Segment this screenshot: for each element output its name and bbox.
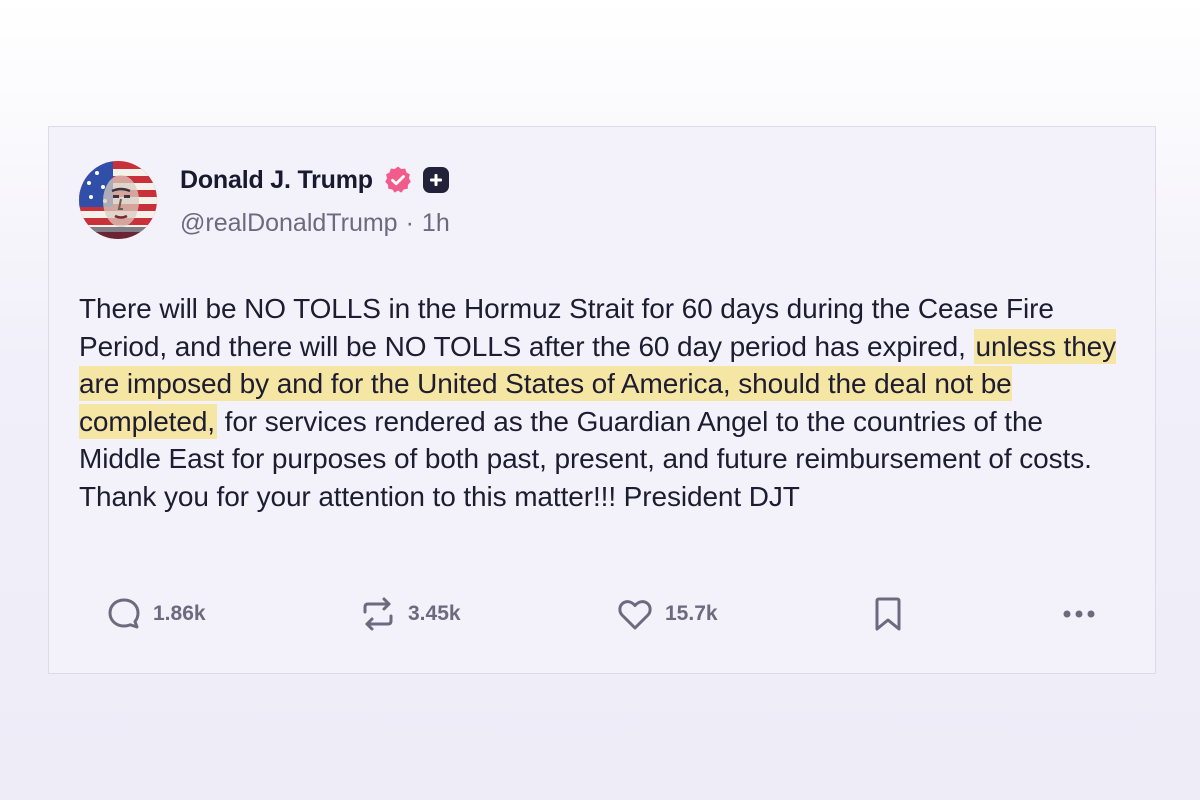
plus-badge-icon xyxy=(422,167,449,193)
author-name-row: Donald J. Trump xyxy=(180,163,449,197)
like-count: 15.7k xyxy=(665,602,718,625)
avatar-image xyxy=(79,161,157,239)
post-timestamp[interactable]: 1h xyxy=(422,209,450,238)
bookmark-button[interactable] xyxy=(871,589,905,639)
meta-separator: · xyxy=(405,209,414,237)
author-handle[interactable]: @realDonaldTrump xyxy=(180,209,398,238)
more-options-button[interactable] xyxy=(1059,589,1099,639)
verified-badge-icon xyxy=(383,165,413,195)
author-handle-row: @realDonaldTrump · 1h xyxy=(180,209,450,238)
action-bar: 1.86k 3.45k 15.7k xyxy=(49,589,1155,639)
reply-button[interactable]: 1.86k xyxy=(105,589,206,639)
bookmark-icon xyxy=(875,597,901,631)
repost-count: 3.45k xyxy=(408,602,461,625)
repost-icon xyxy=(363,597,393,631)
reply-count: 1.86k xyxy=(153,602,206,625)
repost-button[interactable]: 3.45k xyxy=(358,589,461,639)
more-icon xyxy=(1063,610,1095,618)
post-text-part1: There will be NO TOLLS in the Hormuz Str… xyxy=(79,293,1054,362)
avatar[interactable] xyxy=(79,161,157,239)
author-display-name[interactable]: Donald J. Trump xyxy=(180,166,373,195)
post-body: There will be NO TOLLS in the Hormuz Str… xyxy=(79,290,1119,515)
post-card: Donald J. Trump @realDonaldTrump · 1h Th… xyxy=(48,126,1156,674)
reply-icon xyxy=(108,598,140,629)
like-button[interactable]: 15.7k xyxy=(615,589,718,639)
post-text-part2: for services rendered as the Guardian An… xyxy=(79,405,1092,512)
heart-icon xyxy=(618,600,652,630)
